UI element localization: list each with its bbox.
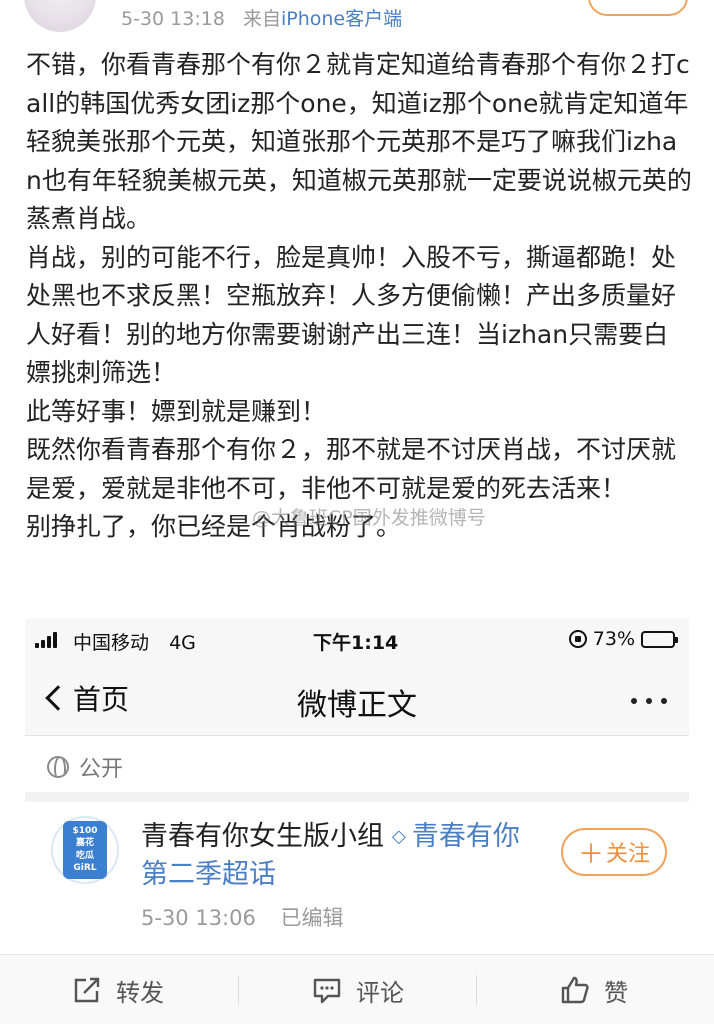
- embedded-screenshot: 中国移动 4G 下午1:14 73% 首页 微博正文 公开 $100 嘉花 吃瓜…: [25, 618, 689, 944]
- visibility-label: 公开: [79, 757, 124, 782]
- nav-bar: 首页 微博正文: [25, 662, 689, 736]
- group-name[interactable]: 青春有你女生版小组: [141, 821, 384, 852]
- logo-line: 嘉花: [75, 838, 94, 849]
- group-post-meta: 5-30 13:06 已编辑: [141, 902, 344, 932]
- section-divider: [25, 792, 689, 802]
- post-paragraph: 不错，你看青春那个有你２就肯定知道给青春那个有你２打call的韩国优秀女团iz那…: [26, 50, 692, 233]
- status-bar: 中国移动 4G 下午1:14 73%: [25, 618, 689, 662]
- carrier-info: 中国移动 4G: [73, 628, 196, 655]
- plus-icon: ＋: [577, 839, 604, 870]
- carrier-name: 中国移动: [73, 632, 150, 654]
- status-right: 73%: [568, 628, 678, 650]
- battery-icon: [641, 630, 678, 648]
- repost-icon: [72, 975, 102, 1005]
- like-label: 赞: [604, 978, 628, 1007]
- battery-percent: 73%: [592, 628, 635, 650]
- post-body: 不错，你看青春那个有你２就肯定知道给青春那个有你２打call的韩国优秀女团iz那…: [26, 46, 692, 547]
- visibility-row: 公开: [47, 752, 123, 782]
- toolbar-separator: [238, 975, 239, 1005]
- group-header: 青春有你女生版小组 ◇ 青春有你第二季超话: [141, 818, 541, 894]
- comment-label: 评论: [356, 978, 404, 1007]
- post-source-client[interactable]: iPhone客户端: [281, 8, 402, 30]
- nav-title: 微博正文: [297, 688, 417, 723]
- edited-label: 已编辑: [280, 906, 344, 930]
- globe-icon: [47, 756, 69, 778]
- post-paragraph: 此等好事！嫖到就是赚到！: [26, 396, 327, 426]
- post-paragraph: 既然你看青春那个有你２，那不就是不讨厌肖战，不讨厌就是爱，爱就是非他不可，非他不…: [26, 435, 677, 503]
- bottom-toolbar: 转发 评论 赞: [0, 954, 714, 1024]
- post-meta: 5-30 13:18 来自iPhone客户端: [121, 4, 402, 31]
- repost-button[interactable]: 转发: [72, 955, 164, 1024]
- logo-line: $100: [72, 825, 98, 836]
- follow-button[interactable]: ＋ 关注: [561, 828, 667, 876]
- group-logo: $100 嘉花 吃瓜 GiRL: [63, 821, 107, 879]
- comment-button[interactable]: 评论: [312, 955, 404, 1024]
- watermark: @大鲁班CP国外发推微博号: [252, 507, 486, 529]
- group-post-time: 5-30 13:06: [141, 906, 256, 930]
- post-timestamp: 5-30 13:18: [121, 8, 225, 30]
- follow-label: 关注: [606, 842, 651, 867]
- more-options-icon[interactable]: [631, 698, 667, 704]
- repost-label: 转发: [116, 978, 164, 1007]
- thumbs-up-icon: [560, 975, 590, 1005]
- top-follow-button[interactable]: [588, 0, 688, 16]
- diamond-icon: ◇: [392, 826, 406, 847]
- signal-icon: [35, 632, 61, 648]
- author-avatar[interactable]: [24, 0, 96, 32]
- rotation-lock-icon: [568, 630, 587, 648]
- group-avatar[interactable]: $100 嘉花 吃瓜 GiRL: [51, 816, 119, 884]
- comment-icon: [312, 975, 342, 1005]
- network-type: 4G: [169, 632, 196, 654]
- status-time: 下午1:14: [313, 632, 399, 654]
- post-meta-row: 5-30 13:18 来自iPhone客户端: [0, 0, 714, 36]
- toolbar-separator: [476, 975, 477, 1005]
- like-button[interactable]: 赞: [560, 955, 628, 1024]
- weibo-post-page: 5-30 13:18 来自iPhone客户端 不错，你看青春那个有你２就肯定知道…: [0, 0, 714, 1024]
- post-source-prefix: 来自: [242, 8, 281, 30]
- logo-line: GiRL: [73, 863, 97, 874]
- logo-line: 吃瓜: [75, 850, 94, 861]
- post-paragraph: 肖战，别的可能不行，脸是真帅！入股不亏，撕逼都跪！处处黑也不求反黑！空瓶放弃！人…: [26, 242, 677, 388]
